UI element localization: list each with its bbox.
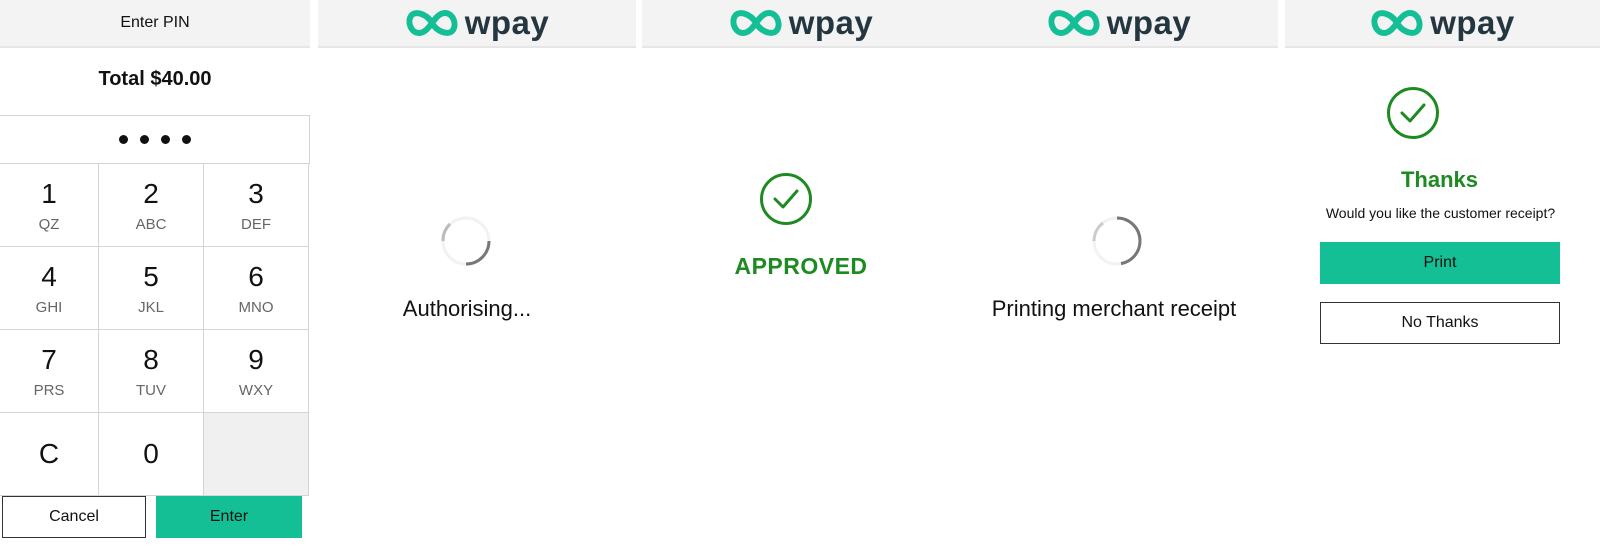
loading-spinner-icon	[441, 216, 491, 266]
pin-entry-screen: Enter PIN Total $40.00 1 QZ 2 ABC 3 DEF 4 GHI 5 J…	[0, 0, 310, 553]
pin-header: Enter PIN	[0, 0, 310, 48]
key-number: 8	[143, 343, 159, 375]
key-letters: ABC	[135, 215, 167, 233]
key-number: 4	[41, 260, 57, 292]
approved-screen: wpay APPROVED	[642, 0, 960, 553]
printing-status: Printing merchant receipt	[991, 296, 1237, 321]
wpay-logo: wpay	[405, 4, 550, 42]
key-4[interactable]: 4 GHI	[0, 247, 99, 330]
key-letters: TUV	[136, 381, 166, 399]
wpay-logo: wpay	[1370, 4, 1515, 42]
printing-screen: wpay Printing merchant receipt	[960, 0, 1278, 553]
print-button-label: Print	[1423, 254, 1457, 271]
wpay-infinity-icon	[1371, 10, 1423, 36]
key-6[interactable]: 6 MNO	[204, 247, 309, 330]
authorising-screen: wpay Authorising...	[318, 0, 636, 553]
cancel-button[interactable]: Cancel	[2, 496, 146, 538]
key-number: 5	[143, 260, 159, 292]
wpay-infinity-icon	[1048, 10, 1100, 36]
key-number: 2	[143, 177, 159, 209]
key-2[interactable]: 2 ABC	[99, 164, 204, 247]
brand-header: wpay	[1285, 0, 1600, 48]
key-letters: WXY	[238, 381, 274, 399]
pin-dot	[139, 135, 149, 144]
receipt-choice-screen: wpay Thanks Would you like the customer …	[1285, 0, 1600, 553]
check-circle-icon	[760, 173, 812, 225]
key-1[interactable]: 1 QZ	[0, 164, 99, 247]
pin-display	[0, 116, 310, 164]
wpay-logo: wpay	[1047, 4, 1192, 42]
key-letters: PRS	[33, 381, 65, 399]
key-5[interactable]: 5 JKL	[99, 247, 204, 330]
loading-spinner-icon	[1092, 216, 1142, 266]
key-9[interactable]: 9 WXY	[204, 330, 309, 413]
key-letters: MNO	[238, 298, 274, 316]
wpay-logo-text: wpay	[788, 4, 874, 41]
wpay-logo-text: wpay	[1106, 4, 1192, 41]
key-letters: JKL	[138, 298, 164, 316]
approved-status: APPROVED	[734, 253, 868, 279]
key-number: 0	[143, 438, 159, 469]
key-letters: GHI	[35, 298, 63, 316]
enter-button[interactable]: Enter	[156, 496, 302, 538]
no-thanks-button[interactable]: No Thanks	[1320, 302, 1560, 344]
pin-dot	[181, 135, 191, 144]
key-number: 1	[41, 177, 57, 209]
key-number: 6	[248, 260, 264, 292]
print-button[interactable]: Print	[1320, 242, 1560, 284]
wpay-infinity-icon	[730, 10, 782, 36]
pin-header-title: Enter PIN	[120, 14, 190, 31]
authorising-status: Authorising...	[402, 296, 532, 321]
enter-button-label: Enter	[209, 508, 249, 525]
pin-dot	[160, 135, 170, 144]
receipt-question: Would you like the customer receipt?	[1325, 205, 1556, 221]
thanks-title: Thanks	[1400, 167, 1479, 192]
wpay-logo-text: wpay	[1430, 4, 1515, 41]
keypad-keys: 1 QZ 2 ABC 3 DEF 4 GHI 5 JKL 6 MNO 7 PRS 8 TUV 9 WXY C 0	[0, 164, 310, 496]
key-number: C	[38, 438, 60, 469]
key-7[interactable]: 7 PRS	[0, 330, 99, 413]
pin-dot	[118, 135, 128, 144]
key-3[interactable]: 3 DEF	[204, 164, 309, 247]
keypad-blank	[204, 413, 309, 496]
keypad: 1 QZ 2 ABC 3 DEF 4 GHI 5 JKL 6 MNO 7 PRS 8 TUV 9 WXY C 0	[0, 115, 310, 496]
total-amount: Total $40.00	[98, 68, 212, 90]
key-number: 7	[41, 343, 57, 375]
key-number: 3	[248, 177, 264, 209]
wpay-logo-text: wpay	[464, 4, 550, 41]
no-thanks-button-label: No Thanks	[1401, 314, 1479, 331]
wpay-infinity-icon	[406, 10, 458, 36]
key-0[interactable]: 0	[99, 413, 204, 496]
brand-header: wpay	[960, 0, 1278, 48]
key-number: 9	[248, 343, 264, 375]
check-circle-icon	[1387, 87, 1439, 139]
key-letters: DEF	[241, 215, 271, 233]
wpay-logo: wpay	[729, 4, 874, 42]
brand-header: wpay	[642, 0, 960, 48]
key-8[interactable]: 8 TUV	[99, 330, 204, 413]
key-letters: QZ	[38, 215, 60, 233]
cancel-button-label: Cancel	[49, 508, 99, 525]
clear-key[interactable]: C	[0, 413, 99, 496]
brand-header: wpay	[318, 0, 636, 48]
